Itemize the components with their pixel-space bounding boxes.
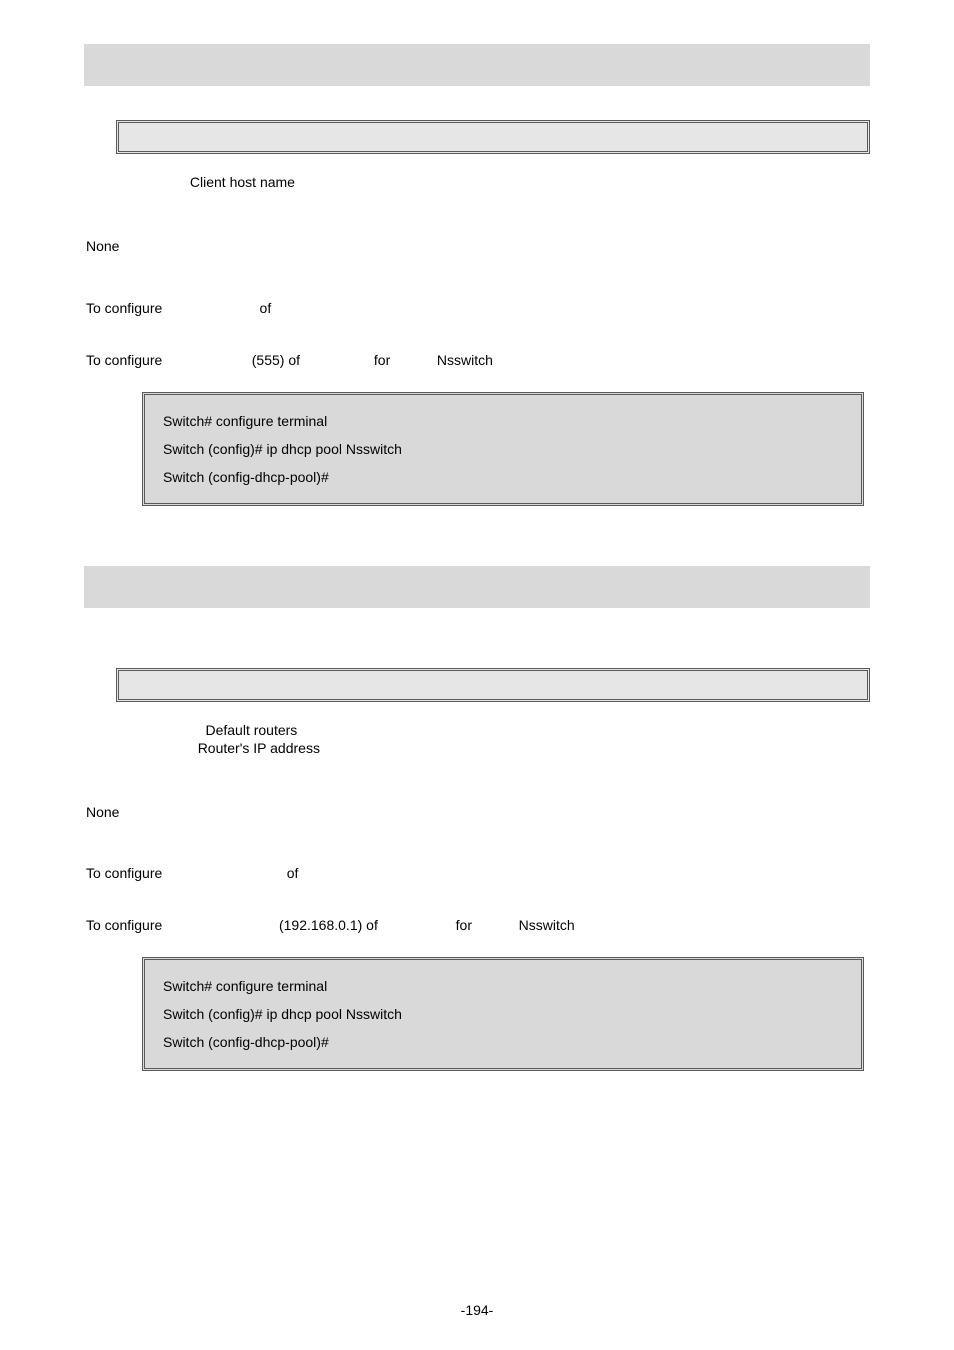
page-number: -194- [0, 1302, 954, 1318]
example-gap2 [304, 352, 370, 368]
syntax-box-2 [116, 668, 870, 702]
example-gap2-2 [382, 917, 452, 933]
code-line-2: Switch (config)# ip dhcp pool Nsswitch [163, 435, 843, 463]
usage-of-2: of [283, 865, 302, 881]
example-nsswitch: Nsswitch [433, 352, 497, 368]
example-for-2: for [452, 917, 476, 933]
code-line-3: Switch (config-dhcp-pool)# [163, 463, 843, 491]
usage-of: of [256, 300, 275, 316]
usage-gap-2 [166, 865, 283, 881]
example-for: for [370, 352, 394, 368]
default-value: None [86, 236, 870, 258]
usage-gap [166, 300, 255, 316]
section-header [84, 44, 870, 86]
indent-gap-2b [116, 740, 198, 756]
code-line-1: Switch# configure terminal [163, 407, 843, 435]
indent-gap-2a [116, 722, 205, 738]
code-block-2: Switch# configure terminal Switch (confi… [142, 957, 864, 1071]
example-gap1-2 [166, 917, 275, 933]
syntax-box [116, 120, 870, 154]
section-header-2 [84, 566, 870, 608]
usage-prefix: To configure [86, 300, 166, 316]
code-block: Switch# configure terminal Switch (confi… [142, 392, 864, 506]
example-prefix: To configure [86, 352, 166, 368]
code-line-2b: Switch (config)# ip dhcp pool Nsswitch [163, 1000, 843, 1028]
usage-prefix-2: To configure [86, 865, 166, 881]
default-value-2: None [86, 802, 870, 824]
example-gap3-2 [476, 917, 515, 933]
example-gap3 [394, 352, 433, 368]
example-prefix-2: To configure [86, 917, 166, 933]
param-router-ip: Router's IP address [198, 740, 320, 756]
example-gap1 [166, 352, 248, 368]
param-hostname: Client host name [190, 174, 295, 190]
indent-gap [116, 174, 190, 190]
example-nsswitch-2: Nsswitch [515, 917, 579, 933]
code-line-1b: Switch# configure terminal [163, 972, 843, 1000]
code-line-3b: Switch (config-dhcp-pool)# [163, 1028, 843, 1056]
example-ip: (192.168.0.1) of [275, 917, 382, 933]
example-555: (555) of [248, 352, 304, 368]
param-default-routers: Default routers [205, 722, 297, 738]
